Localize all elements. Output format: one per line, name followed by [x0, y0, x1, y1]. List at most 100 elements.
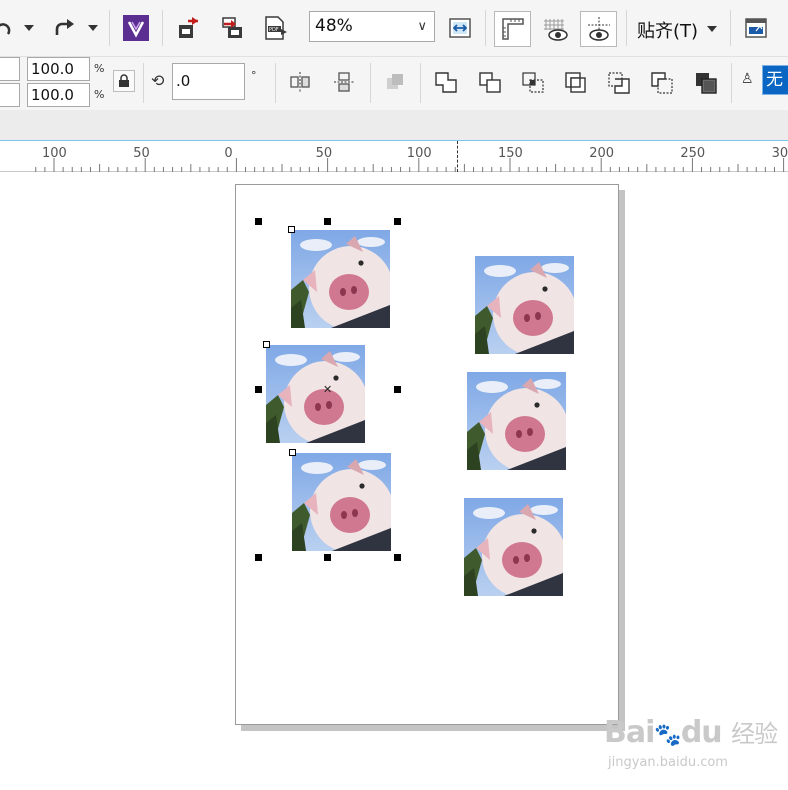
pig-photo: [292, 453, 391, 551]
corel-connect-button[interactable]: [122, 14, 150, 42]
pig-image-6[interactable]: [464, 498, 563, 596]
intersect-icon: [522, 72, 544, 93]
cursor-position-marker: [457, 141, 458, 172]
lock-ratio-button[interactable]: [113, 70, 135, 92]
selection-handle-middle-right[interactable]: [394, 386, 401, 393]
import-button[interactable]: [175, 14, 203, 42]
undo-dropdown[interactable]: [22, 16, 36, 40]
scale-y-unit: %: [94, 88, 105, 101]
separator: [730, 10, 731, 46]
separator: [626, 10, 627, 46]
ruler-tick-label: 100: [406, 146, 432, 161]
ruler-tick-label: 50: [133, 146, 150, 161]
pig-photo: [266, 345, 365, 443]
object-node-3[interactable]: [289, 449, 296, 456]
horizontal-ruler[interactable]: 100 50 0 50 100 150 200 250 30: [0, 140, 788, 172]
rotate-icon: ⟲: [151, 71, 165, 90]
undo-button[interactable]: [0, 14, 14, 42]
separator: [420, 63, 421, 103]
zoom-level-select[interactable]: 48% ∨: [309, 11, 435, 42]
pdf-icon: PDF: [265, 16, 287, 40]
show-grid-toggle[interactable]: [539, 11, 573, 47]
weld-button[interactable]: [432, 69, 460, 97]
watermark-brand-du: du: [680, 715, 723, 750]
pig-image-4[interactable]: [475, 256, 574, 354]
object-node-1[interactable]: [288, 226, 295, 233]
separator: [143, 63, 144, 103]
selection-handle-bottom-right[interactable]: [394, 554, 401, 561]
separator: [731, 63, 732, 103]
paw-icon: 🐾: [654, 723, 681, 748]
property-bar: 100.0 100.0 % % ⟲ .0 ° ♙ 无: [0, 57, 788, 110]
ruler-icon: [501, 18, 524, 40]
selection-handle-bottom-center[interactable]: [324, 554, 331, 561]
trim-button[interactable]: [476, 69, 504, 97]
combine-button-disabled[interactable]: [382, 69, 408, 95]
scale-y-field[interactable]: 100.0: [27, 83, 90, 107]
intersect-button[interactable]: [519, 69, 547, 97]
separator: [370, 63, 371, 103]
redo-button[interactable]: [50, 14, 80, 42]
redo-arrow-icon: [55, 19, 74, 35]
selection-handle-top-left[interactable]: [255, 218, 262, 225]
ruler-ticks: [35, 158, 785, 172]
selection-handle-middle-left[interactable]: [255, 386, 262, 393]
rotation-degree-unit: °: [251, 69, 257, 82]
separator: [162, 10, 163, 46]
snap-to-label[interactable]: 贴齐(T): [637, 17, 698, 43]
snap-to-dropdown[interactable]: [704, 17, 720, 41]
publish-pdf-button[interactable]: PDF: [261, 14, 289, 42]
object-node-2[interactable]: [263, 341, 270, 348]
baidu-watermark-logo: Bai🐾du 经验: [604, 714, 778, 750]
pig-photo: [467, 372, 566, 470]
corel-logo-icon: [123, 15, 149, 41]
object-size-width-field[interactable]: [0, 57, 20, 81]
scale-x-unit: %: [94, 62, 105, 75]
pig-photo: [475, 256, 574, 354]
outline-width-select[interactable]: 无: [762, 65, 788, 95]
create-boundary-button[interactable]: [692, 69, 720, 97]
import-icon: [179, 17, 198, 38]
pig-image-1[interactable]: [291, 230, 390, 328]
grid-view-icon: [544, 19, 568, 41]
back-minus-front-button[interactable]: [648, 69, 676, 97]
outline-pen-icon: ♙: [741, 71, 754, 87]
ruler-tick-label: 200: [589, 146, 615, 161]
launcher-icon: [745, 18, 767, 38]
selection-center-marker[interactable]: ✕: [323, 383, 332, 396]
lock-icon: [119, 74, 129, 87]
ruler-tick-label: 0: [224, 146, 233, 161]
ruler-tick-label: 30: [771, 146, 788, 161]
front-minus-back-icon: [608, 72, 630, 94]
show-guidelines-toggle[interactable]: [580, 11, 617, 47]
simplify-button[interactable]: [562, 69, 590, 97]
front-minus-back-button[interactable]: [605, 69, 633, 97]
export-button[interactable]: [219, 14, 247, 42]
redo-dropdown[interactable]: [86, 16, 100, 40]
scale-x-field[interactable]: 100.0: [27, 57, 90, 81]
combine-icon: [387, 74, 403, 89]
pig-image-2[interactable]: [266, 345, 365, 443]
show-rulers-toggle[interactable]: [494, 11, 531, 47]
watermark-url: jingyan.baidu.com: [608, 755, 728, 770]
selection-handle-bottom-left[interactable]: [255, 554, 262, 561]
application-launcher-button[interactable]: [742, 14, 770, 42]
rotation-angle-field[interactable]: .0: [172, 63, 245, 100]
selection-handle-top-center[interactable]: [324, 218, 331, 225]
ruler-tick-label: 100: [42, 146, 67, 161]
zoom-fit-icon: [449, 18, 471, 38]
pig-image-3[interactable]: [292, 453, 391, 551]
zoom-to-page-button[interactable]: [446, 13, 474, 43]
ruler-tick-label: 150: [498, 146, 523, 161]
pig-image-5[interactable]: [467, 372, 566, 470]
selection-handle-top-right[interactable]: [394, 218, 401, 225]
mirror-vertical-button[interactable]: [331, 69, 357, 95]
ruler-tick-label: 250: [680, 146, 706, 161]
standard-toolbar: PDF 48% ∨ 贴齐(T): [0, 0, 788, 57]
chevron-down-icon: [707, 26, 717, 32]
mirror-horizontal-icon: [290, 72, 310, 92]
object-size-height-field[interactable]: [0, 83, 20, 107]
chevron-down-icon: ∨: [417, 19, 427, 34]
mirror-horizontal-button[interactable]: [287, 69, 313, 95]
separator: [485, 10, 486, 46]
